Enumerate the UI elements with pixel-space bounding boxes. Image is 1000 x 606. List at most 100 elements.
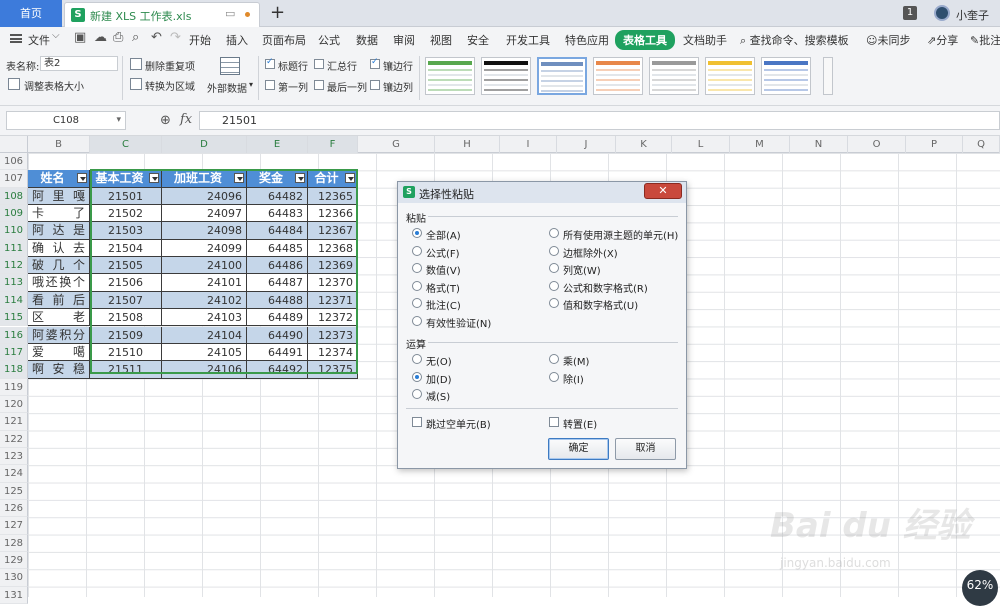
row-header[interactable]: 116 (0, 326, 28, 344)
value-cell[interactable]: 64486 (247, 257, 308, 275)
menu-page-layout[interactable]: 页面布局 (262, 32, 306, 48)
radio-option[interactable] (549, 371, 559, 382)
value-cell[interactable]: 12370 (308, 274, 358, 292)
resize-table-button[interactable]: 调整表格大小 (24, 78, 84, 93)
radio-option[interactable] (412, 354, 422, 364)
comment-button[interactable]: ✎批注 (970, 32, 1000, 48)
value-cell[interactable]: 12365 (308, 187, 358, 206)
value-cell[interactable]: 24096 (162, 187, 247, 206)
menu-view[interactable]: 视图 (430, 32, 452, 48)
save-icon[interactable]: ▣ (74, 31, 86, 45)
menu-security[interactable]: 安全 (467, 32, 489, 48)
row-header[interactable]: 129 (0, 552, 28, 570)
value-cell[interactable]: 21503 (90, 222, 162, 240)
row-header[interactable]: 110 (0, 222, 28, 240)
document-tab[interactable]: S 新建 XLS 工作表.xls ▭ (64, 2, 260, 27)
row-header[interactable]: 128 (0, 534, 28, 553)
column-header-e[interactable]: E (247, 136, 308, 153)
value-cell[interactable]: 21509 (90, 326, 162, 344)
table-header-cell[interactable]: 奖金 (247, 170, 308, 188)
new-tab-button[interactable]: + (270, 1, 285, 25)
table-style-swatch[interactable] (537, 57, 587, 95)
column-header-f[interactable]: F (308, 136, 358, 153)
name-box[interactable]: C108 ▾ (6, 111, 126, 130)
total-row-checkbox[interactable] (314, 59, 324, 69)
column-header-l[interactable]: L (672, 136, 730, 153)
remove-duplicates-button[interactable]: 删除重复项 (145, 58, 195, 73)
column-header-j[interactable]: J (557, 136, 616, 153)
value-cell[interactable]: 12374 (308, 343, 358, 362)
name-cell[interactable]: 破几个 (28, 257, 90, 275)
value-cell[interactable]: 12372 (308, 309, 358, 327)
column-header-c[interactable]: C (90, 136, 162, 153)
monitor-icon[interactable]: ▭ (225, 7, 235, 20)
value-cell[interactable]: 24106 (162, 361, 247, 379)
chevron-down-icon[interactable]: ▾ (249, 80, 253, 89)
value-cell[interactable]: 21505 (90, 257, 162, 275)
value-cell[interactable]: 12366 (308, 205, 358, 223)
value-cell[interactable]: 21501 (90, 187, 162, 206)
radio-option[interactable] (549, 263, 559, 273)
table-style-swatch[interactable] (481, 57, 531, 95)
column-header-g[interactable]: G (358, 136, 435, 153)
radio-option[interactable] (412, 245, 422, 256)
value-cell[interactable]: 21506 (90, 274, 162, 292)
menu-special-apps[interactable]: 特色应用 (565, 32, 609, 48)
name-cell[interactable]: 阿里嘎 (28, 187, 90, 206)
fx-icon[interactable]: fx (180, 112, 192, 127)
value-cell[interactable]: 64482 (247, 187, 308, 206)
table-style-swatch[interactable] (649, 57, 699, 95)
row-header[interactable]: 119 (0, 378, 28, 396)
dialog-titlebar[interactable]: S 选择性粘贴 ✕ (398, 182, 686, 203)
column-header-h[interactable]: H (435, 136, 500, 153)
value-cell[interactable]: 12371 (308, 291, 358, 310)
radio-option[interactable] (549, 228, 559, 238)
value-cell[interactable]: 24098 (162, 222, 247, 240)
print-icon[interactable]: ⎙ (113, 31, 123, 45)
row-header[interactable]: 127 (0, 517, 28, 535)
value-cell[interactable]: 21508 (90, 309, 162, 327)
column-header-o[interactable]: O (848, 136, 906, 153)
column-header-m[interactable]: M (730, 136, 790, 153)
row-header[interactable]: 112 (0, 257, 28, 275)
value-cell[interactable]: 12367 (308, 222, 358, 240)
menu-insert[interactable]: 插入 (226, 32, 248, 48)
first-column-checkbox[interactable] (265, 80, 275, 90)
row-header[interactable]: 109 (0, 205, 28, 223)
name-cell[interactable]: 阿达是 (28, 222, 90, 240)
radio-option[interactable] (412, 263, 422, 273)
zoom-icon[interactable]: ⊕ (160, 113, 171, 128)
file-menu[interactable]: 文件 (28, 32, 50, 48)
home-tab[interactable]: 首页 (0, 0, 62, 27)
radio-option[interactable] (549, 280, 559, 291)
name-cell[interactable]: 爱噶 (28, 343, 90, 362)
value-cell[interactable]: 64483 (247, 205, 308, 223)
value-cell[interactable]: 21504 (90, 239, 162, 258)
value-cell[interactable]: 24104 (162, 326, 247, 344)
name-cell[interactable]: 看前后 (28, 291, 90, 310)
radio-option[interactable] (549, 354, 559, 364)
banded-columns-checkbox[interactable] (370, 80, 380, 90)
value-cell[interactable]: 12373 (308, 326, 358, 344)
row-header[interactable]: 106 (0, 153, 28, 171)
radio-option[interactable] (412, 315, 422, 326)
table-header-cell[interactable]: 基本工资 (90, 170, 162, 188)
row-header[interactable]: 126 (0, 500, 28, 518)
value-cell[interactable]: 24105 (162, 343, 247, 362)
menu-doc-assistant[interactable]: 文档助手 (683, 32, 727, 48)
table-style-swatch[interactable] (761, 57, 811, 95)
menu-table-tools[interactable]: 表格工具 (615, 30, 675, 50)
filter-dropdown-icon[interactable] (295, 173, 305, 184)
column-header-i[interactable]: I (500, 136, 557, 153)
filter-dropdown-icon[interactable] (345, 173, 355, 184)
redo-icon[interactable]: ↷ (170, 31, 181, 45)
row-header[interactable]: 120 (0, 395, 28, 414)
row-header[interactable]: 121 (0, 413, 28, 431)
banded-rows-checkbox[interactable] (370, 57, 380, 69)
name-cell[interactable]: 确认去 (28, 239, 90, 258)
filter-dropdown-icon[interactable] (234, 173, 244, 184)
row-header[interactable]: 115 (0, 309, 28, 327)
username-label[interactable]: 小奎子 (956, 7, 989, 23)
value-cell[interactable]: 21507 (90, 291, 162, 310)
row-header[interactable]: 108 (0, 187, 28, 206)
